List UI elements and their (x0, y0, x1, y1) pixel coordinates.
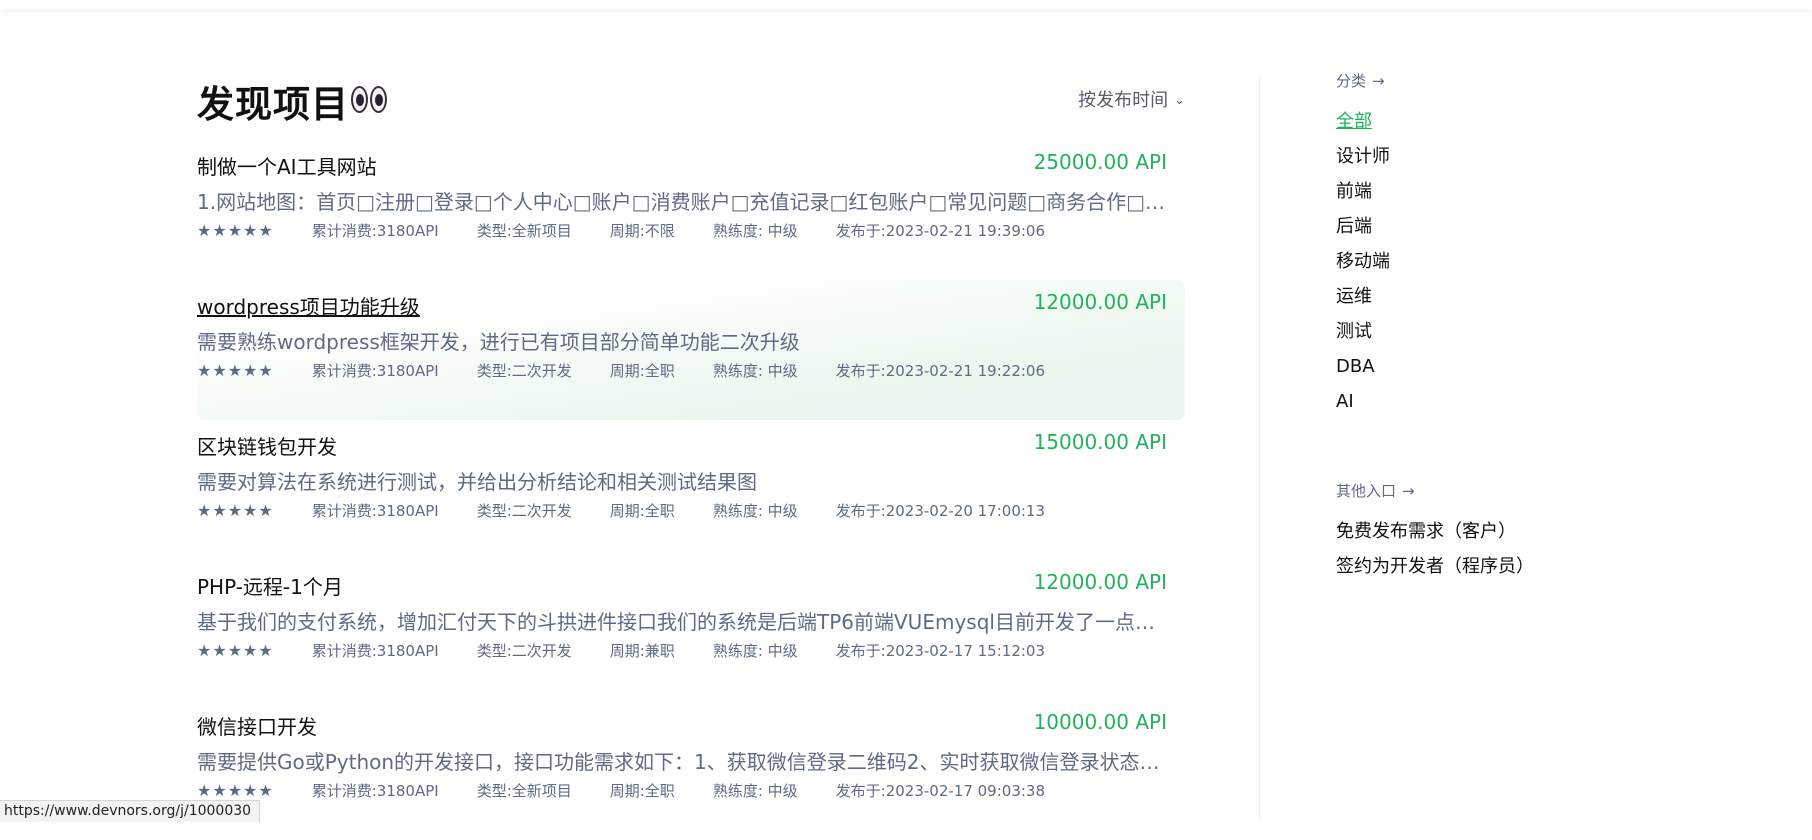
meta-type: 类型:二次开发 (476, 642, 572, 660)
sidebar: 分类 → 全部 设计师 前端 后端 移动端 运维 测试 DBA AI 其他入口 → … (1336, 70, 1636, 587)
project-title[interactable]: 微信接口开发 (197, 711, 317, 740)
meta-spent: 累计消费:3180API (311, 782, 439, 800)
meta-type: 类型:二次开发 (476, 362, 572, 380)
project-meta: ★★★★★ 累计消费:3180API 类型:二次开发 周期:兼职 熟练度: 中级… (197, 640, 1083, 661)
rating-stars-icon: ★★★★★ (197, 221, 274, 240)
other-entry-list: 免费发布需求（客户） 签约为开发者（程序员） (1336, 517, 1636, 587)
link-status-bar: https://www.devnors.org/j/1000030 (0, 800, 261, 822)
project-item[interactable]: 微信接口开发 10000.00 API 需要提供Go或Python的开发接口，接… (197, 700, 1185, 840)
category-designer[interactable]: 设计师 (1336, 142, 1636, 177)
meta-type: 类型:全新项目 (476, 222, 572, 240)
category-ai[interactable]: AI (1336, 387, 1636, 422)
meta-period: 周期:兼职 (609, 642, 675, 660)
project-title[interactable]: wordpress项目功能升级 (197, 291, 420, 320)
left-eye (351, 86, 368, 113)
top-nav-bar (0, 0, 1812, 10)
arrow-right-icon: → (1402, 482, 1415, 500)
meta-period: 周期:全职 (609, 502, 675, 520)
meta-published: 发布于:2023-02-20 17:00:13 (835, 502, 1046, 520)
sign-developer-link[interactable]: 签约为开发者（程序员） (1336, 552, 1636, 587)
meta-spent: 累计消费:3180API (311, 362, 439, 380)
rating-stars-icon: ★★★★★ (197, 361, 274, 380)
project-item[interactable]: PHP-远程-1个月 12000.00 API 基于我们的支付系统，增加汇付天下… (197, 560, 1185, 700)
meta-spent: 累计消费:3180API (311, 502, 439, 520)
project-description: 需要对算法在系统进行测试，并给出分析结论和相关测试结果图 (197, 470, 757, 494)
meta-skill: 熟练度: 中级 (712, 502, 798, 520)
meta-published: 发布于:2023-02-21 19:22:06 (835, 362, 1046, 380)
project-item[interactable]: 区块链钱包开发 15000.00 API 需要对算法在系统进行测试，并给出分析结… (197, 420, 1185, 560)
project-description: 需要提供Go或Python的开发接口，接口功能需求如下：1、获取微信登录二维码2… (197, 750, 1172, 774)
meta-period: 周期:全职 (609, 362, 675, 380)
category-dba[interactable]: DBA (1336, 352, 1636, 387)
project-description: 1.网站地图：首页□注册□登录□个人中心□账户□消费账户□充值记录□红包账户□常… (197, 190, 1172, 214)
meta-skill: 熟练度: 中级 (712, 222, 798, 240)
other-entry-heading-label: 其他入口 (1336, 482, 1397, 500)
right-eye (370, 86, 387, 113)
meta-published: 发布于:2023-02-17 09:03:38 (835, 782, 1046, 800)
meta-published: 发布于:2023-02-17 15:12:03 (835, 642, 1046, 660)
category-heading[interactable]: 分类 → (1336, 70, 1636, 91)
category-heading-label: 分类 (1336, 72, 1367, 90)
project-description: 基于我们的支付系统，增加汇付天下的斗拱进件接口我们的系统是后端TP6前端VUEm… (197, 610, 1172, 634)
category-backend[interactable]: 后端 (1336, 212, 1636, 247)
column-divider (1259, 75, 1260, 822)
page-title: 发现项目 (197, 83, 349, 126)
project-item-hovered[interactable]: wordpress项目功能升级 12000.00 API 需要熟练wordpre… (197, 280, 1185, 420)
meta-spent: 累计消费:3180API (311, 222, 439, 240)
post-requirement-link[interactable]: 免费发布需求（客户） (1336, 517, 1636, 552)
category-list: 全部 设计师 前端 后端 移动端 运维 测试 DBA AI (1336, 107, 1636, 422)
category-testing[interactable]: 测试 (1336, 317, 1636, 352)
project-price: 12000.00 API (1033, 290, 1167, 314)
project-price: 15000.00 API (1033, 430, 1167, 454)
project-list-section: 发现项目 按发布时间 ⌄ 制做一个AI工具网站 25000.00 API 1.网站… (197, 70, 1185, 840)
eyes-icon (351, 86, 387, 113)
rating-stars-icon: ★★★★★ (197, 501, 274, 520)
other-entry-heading[interactable]: 其他入口 → (1336, 480, 1636, 501)
project-title[interactable]: 区块链钱包开发 (197, 431, 337, 460)
meta-period: 周期:全职 (609, 782, 675, 800)
category-frontend[interactable]: 前端 (1336, 177, 1636, 212)
project-price: 25000.00 API (1033, 150, 1167, 174)
arrow-right-icon: → (1372, 72, 1385, 90)
rating-stars-icon: ★★★★★ (197, 781, 274, 800)
project-price: 10000.00 API (1033, 710, 1167, 734)
project-meta: ★★★★★ 累计消费:3180API 类型:二次开发 周期:全职 熟练度: 中级… (197, 360, 1083, 381)
meta-skill: 熟练度: 中级 (712, 362, 798, 380)
list-header: 发现项目 按发布时间 ⌄ (197, 70, 1185, 140)
sort-dropdown[interactable]: 按发布时间 ⌄ (1078, 86, 1185, 112)
project-meta: ★★★★★ 累计消费:3180API 类型:全新项目 周期:全职 熟练度: 中级… (197, 780, 1083, 801)
meta-period: 周期:不限 (609, 222, 675, 240)
project-meta: ★★★★★ 累计消费:3180API 类型:全新项目 周期:不限 熟练度: 中级… (197, 220, 1083, 241)
meta-published: 发布于:2023-02-21 19:39:06 (835, 222, 1046, 240)
meta-type: 类型:二次开发 (476, 502, 572, 520)
meta-type: 类型:全新项目 (476, 782, 572, 800)
meta-spent: 累计消费:3180API (311, 642, 439, 660)
meta-skill: 熟练度: 中级 (712, 642, 798, 660)
project-price: 12000.00 API (1033, 570, 1167, 594)
sort-label: 按发布时间 (1078, 90, 1169, 111)
meta-skill: 熟练度: 中级 (712, 782, 798, 800)
category-ops[interactable]: 运维 (1336, 282, 1636, 317)
project-item[interactable]: 制做一个AI工具网站 25000.00 API 1.网站地图：首页□注册□登录□… (197, 140, 1185, 280)
project-title[interactable]: PHP-远程-1个月 (197, 571, 343, 600)
project-meta: ★★★★★ 累计消费:3180API 类型:二次开发 周期:全职 熟练度: 中级… (197, 500, 1083, 521)
chevron-down-icon: ⌄ (1174, 93, 1185, 108)
rating-stars-icon: ★★★★★ (197, 641, 274, 660)
category-mobile[interactable]: 移动端 (1336, 247, 1636, 282)
project-description: 需要熟练wordpress框架开发，进行已有项目部分简单功能二次升级 (197, 330, 800, 354)
project-title[interactable]: 制做一个AI工具网站 (197, 151, 377, 180)
category-all[interactable]: 全部 (1336, 107, 1636, 142)
